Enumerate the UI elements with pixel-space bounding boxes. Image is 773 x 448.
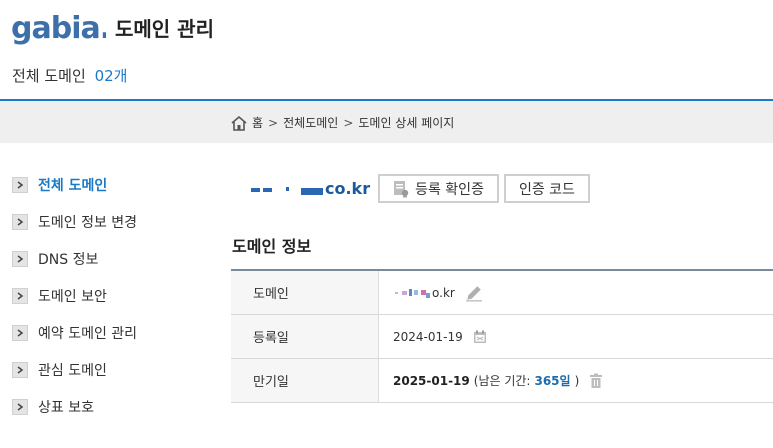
sidebar-item-domain-security[interactable]: 도메인 보안 [12, 277, 212, 314]
masked-domain-graphic [395, 288, 430, 298]
chevron-right-icon [12, 324, 28, 341]
calendar-icon [473, 330, 486, 343]
chevron-right-icon [12, 361, 28, 378]
registered-date-value: 2024-01-19 [379, 315, 773, 358]
gabia-logo[interactable]: gabia. [11, 8, 106, 48]
domain-key: 도메인 [231, 271, 379, 314]
registered-date: 2024-01-19 [393, 329, 463, 344]
sidebar-item-label: 도메인 보안 [38, 288, 107, 305]
chevron-right-icon [12, 176, 28, 193]
sidebar-item-watch-domains[interactable]: 관심 도메인 [12, 351, 212, 388]
total-label-text: 전체 도메인 [12, 67, 86, 85]
expiry-date-key: 만기일 [231, 359, 379, 402]
sidebar-item-label: 관심 도메인 [38, 362, 107, 379]
header: gabia. 도메인 관리 전체 도메인 02개 [0, 0, 773, 101]
home-icon[interactable] [230, 115, 248, 131]
domain-value: o.kr [379, 271, 773, 314]
domain-value-suffix: o.kr [432, 285, 455, 300]
domain-header-row: co.kr 등록 확인증 인증 코드 [251, 174, 595, 203]
trash-icon[interactable] [589, 373, 603, 389]
sidebar-item-domain-info-change[interactable]: 도메인 정보 변경 [12, 203, 212, 240]
chevron-right-icon [12, 250, 28, 267]
section-title: 도메인 정보 [232, 237, 312, 256]
breadcrumb: 홈 > 전체도메인 > 도메인 상세 페이지 [230, 114, 454, 131]
breadcrumb-home[interactable]: 홈 [252, 114, 263, 131]
remaining-suffix: ) [574, 373, 580, 388]
sidebar-item-trademark-protection[interactable]: 상표 보호 [12, 388, 212, 425]
breadcrumb-bar: 홈 > 전체도메인 > 도메인 상세 페이지 [0, 101, 773, 143]
breadcrumb-separator: > [268, 115, 279, 130]
edit-pencil-icon[interactable] [465, 284, 483, 302]
expiry-date-value: 2025-01-19 (남은 기간: 365일 ) [379, 359, 773, 402]
breadcrumb-all-domains[interactable]: 전체도메인 [283, 114, 338, 131]
total-count: 02개 [94, 67, 128, 85]
sidebar-item-label: 예약 도메인 관리 [38, 325, 138, 342]
auth-code-label: 인증 코드 [518, 181, 575, 198]
expiry-date: 2025-01-19 [393, 373, 470, 388]
registration-certificate-label: 등록 확인증 [415, 181, 484, 198]
sidebar-item-label: DNS 정보 [38, 251, 99, 268]
total-domains-label: 전체 도메인 02개 [12, 65, 127, 86]
table-row: 만기일 2025-01-19 (남은 기간: 365일 ) [231, 359, 773, 403]
chevron-right-icon [12, 287, 28, 304]
remaining-days: 365일 [534, 374, 571, 388]
sidebar-item-label: 도메인 정보 변경 [38, 214, 138, 231]
registered-date-key: 등록일 [231, 315, 379, 358]
chevron-right-icon [12, 213, 28, 230]
remaining-prefix: (남은 기간: [473, 374, 531, 388]
domain-info-table: 도메인 o.kr 등록일 2024-01-19 만기일 2025-01-19 (… [231, 269, 773, 403]
page-title: 도메인 관리 [115, 17, 214, 41]
auth-code-button[interactable]: 인증 코드 [503, 174, 590, 203]
sidebar-item-label: 상표 보호 [38, 399, 94, 416]
chevron-right-icon [12, 398, 28, 415]
logo-text: gabia. [11, 11, 106, 46]
sidebar-item-dns-info[interactable]: DNS 정보 [12, 240, 212, 277]
certificate-icon [394, 180, 409, 198]
breadcrumb-separator: > [343, 115, 354, 130]
registration-certificate-button[interactable]: 등록 확인증 [378, 174, 499, 203]
domain-suffix: co.kr [325, 179, 371, 198]
masked-domain-graphic [251, 186, 323, 195]
breadcrumb-current: 도메인 상세 페이지 [358, 116, 455, 130]
sidebar-item-label: 전체 도메인 [38, 177, 108, 194]
domain-name-heading: co.kr [251, 179, 370, 198]
sidebar-item-all-domains[interactable]: 전체 도메인 [12, 166, 212, 203]
sidebar-item-reserved-domains[interactable]: 예약 도메인 관리 [12, 314, 212, 351]
sidebar: 전체 도메인 도메인 정보 변경 DNS 정보 도메인 보안 예약 도메인 관리… [12, 166, 212, 425]
table-row: 등록일 2024-01-19 [231, 315, 773, 359]
table-row: 도메인 o.kr [231, 271, 773, 315]
